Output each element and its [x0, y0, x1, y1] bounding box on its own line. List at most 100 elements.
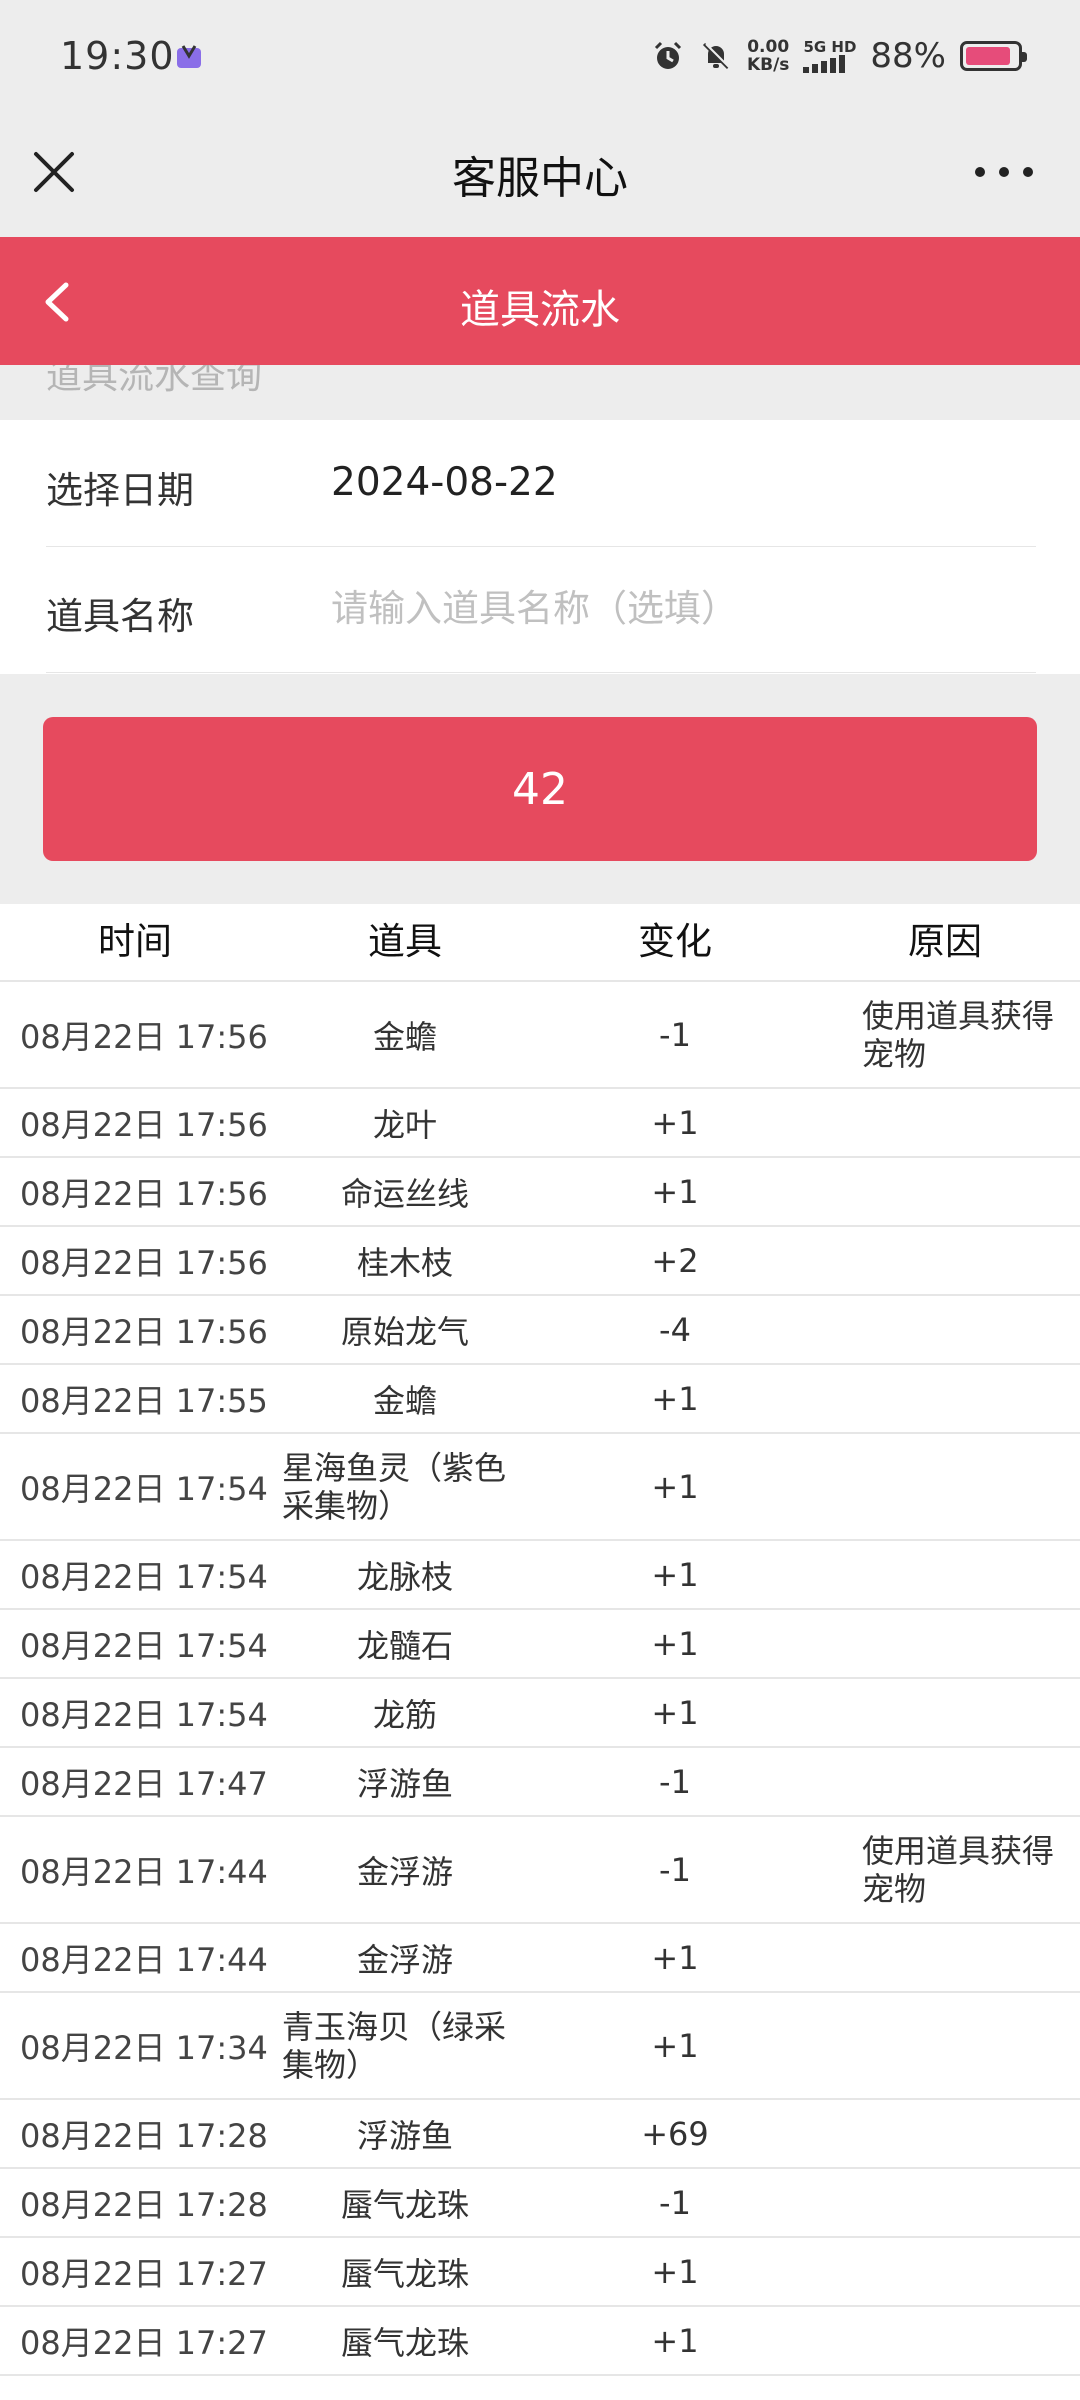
mini-program-title-bar: 客服中心 — [0, 112, 1080, 237]
row-time: 08月22日 17:56 — [20, 1243, 268, 1282]
row-item: 龙筋 — [372, 1695, 437, 1734]
date-picker[interactable]: 2024-08-22 — [331, 460, 558, 505]
row-item: 浮游鱼 — [356, 1764, 453, 1803]
row-reason — [810, 1993, 1080, 2098]
table-row: 08月22日 17:44 金浮游 +1 — [0, 1924, 1080, 1993]
row-change: -1 — [659, 1762, 691, 1801]
row-time: 08月22日 17:54 — [20, 1469, 268, 1508]
network-indicator: 5G HD — [803, 39, 856, 73]
row-change: +1 — [651, 2252, 699, 2291]
row-time: 08月22日 17:56 — [20, 1312, 268, 1351]
row-change: -4 — [659, 1310, 691, 1349]
row-item: 龙叶 — [372, 1105, 437, 1144]
row-time: 08月22日 17:54 — [20, 1557, 268, 1596]
row-time: 08月22日 17:56 — [20, 1174, 268, 1213]
row-item: 金浮游 — [356, 1852, 453, 1891]
item-name-input[interactable] — [331, 576, 1011, 640]
row-change: +1 — [651, 1624, 699, 1663]
row-reason: 使用道具获得宠物 — [862, 996, 1055, 1073]
row-time: 08月22日 17:54 — [20, 1626, 268, 1665]
row-time: 08月22日 17:44 — [20, 1940, 268, 1979]
row-change: +1 — [651, 2026, 699, 2065]
net-speed: 0.00 KB/s — [747, 38, 789, 74]
row-item: 龙髓石 — [356, 1626, 453, 1665]
query-button[interactable]: 42 — [43, 717, 1037, 861]
status-bar: 19:30 0.00 KB/s 5G HD 88% — [0, 0, 1080, 112]
date-row[interactable]: 选择日期 2024-08-22 — [46, 420, 1036, 547]
table-row: 08月22日 17:55 金蟾 +1 — [0, 1365, 1080, 1434]
header-time: 时间 — [98, 920, 172, 963]
table-row: 08月22日 17:56 金蟾 -1 使用道具获得宠物 — [0, 982, 1080, 1089]
status-icons: 0.00 KB/s 5G HD 88% — [651, 32, 1027, 80]
row-item: 龙脉枝 — [356, 1557, 453, 1596]
row-reason — [810, 1158, 1080, 1225]
net-speed-unit: KB/s — [746, 55, 790, 75]
row-change: +1 — [651, 1467, 699, 1506]
row-item: 青玉海贝（绿采集物） — [282, 2007, 507, 2084]
table-body: 08月22日 17:56 金蟾 -1 使用道具获得宠物 08月22日 17:56 龙叶 +1… — [0, 982, 1080, 2376]
row-reason — [810, 1296, 1080, 1363]
date-label: 选择日期 — [46, 469, 194, 512]
row-reason — [810, 2100, 1080, 2167]
row-time: 08月22日 17:56 — [20, 1017, 268, 1056]
button-area: 42 — [0, 674, 1080, 904]
row-item: 命运丝线 — [340, 1174, 469, 1213]
net-speed-value: 0.00 — [747, 37, 790, 57]
battery-fill — [966, 47, 1010, 65]
item-name-row: 道具名称 — [46, 546, 1036, 673]
row-change: +1 — [651, 1693, 699, 1732]
header-item: 道具 — [368, 920, 442, 963]
header-reason: 原因 — [908, 920, 982, 963]
row-reason — [810, 1089, 1080, 1156]
row-reason — [810, 1679, 1080, 1746]
table-row: 08月22日 17:44 金浮游 -1 使用道具获得宠物 — [0, 1817, 1080, 1924]
row-reason — [810, 1610, 1080, 1677]
mute-bell-icon — [702, 42, 731, 70]
row-time: 08月22日 17:27 — [20, 2323, 268, 2362]
row-change: -1 — [659, 2183, 691, 2222]
row-change: +1 — [651, 1103, 699, 1142]
table-row: 08月22日 17:54 龙脉枝 +1 — [0, 1541, 1080, 1610]
page-title: 道具流水 — [460, 287, 620, 333]
item-name-label: 道具名称 — [46, 595, 194, 638]
row-time: 08月22日 17:27 — [20, 2254, 268, 2293]
row-item: 原始龙气 — [340, 1312, 469, 1351]
table-header: 时间 道具 变化 原因 — [0, 904, 1080, 982]
row-reason — [810, 2307, 1080, 2374]
row-time: 08月22日 17:34 — [20, 2028, 268, 2067]
row-reason — [810, 1365, 1080, 1432]
header-change: 变化 — [638, 920, 712, 963]
row-time: 08月22日 17:44 — [20, 1852, 268, 1891]
table-row: 08月22日 17:56 命运丝线 +1 — [0, 1158, 1080, 1227]
table-row: 08月22日 17:27 蜃气龙珠 +1 — [0, 2307, 1080, 2376]
row-change: -1 — [659, 1850, 691, 1889]
table-row: 08月22日 17:27 蜃气龙珠 +1 — [0, 2238, 1080, 2307]
row-item: 金蟾 — [372, 1017, 437, 1056]
row-change: -1 — [659, 1015, 691, 1054]
row-reason — [810, 1227, 1080, 1294]
row-item: 蜃气龙珠 — [340, 2323, 469, 2362]
table-row: 08月22日 17:54 星海鱼灵（紫色采集物） +1 — [0, 1434, 1080, 1541]
table-row: 08月22日 17:56 桂木枝 +2 — [0, 1227, 1080, 1296]
row-time: 08月22日 17:28 — [20, 2116, 268, 2155]
more-options-icon[interactable] — [968, 162, 1040, 182]
row-reason — [810, 1434, 1080, 1539]
row-item: 金浮游 — [356, 1940, 453, 1979]
row-reason — [810, 1541, 1080, 1608]
row-item: 桂木枝 — [356, 1243, 453, 1282]
query-form: 选择日期 2024-08-22 道具名称 — [0, 420, 1080, 674]
row-time: 08月22日 17:54 — [20, 1695, 268, 1734]
row-change: +1 — [651, 1555, 699, 1594]
table-row: 08月22日 17:28 蜃气龙珠 -1 — [0, 2169, 1080, 2238]
signal-icon — [803, 55, 846, 73]
row-time: 08月22日 17:55 — [20, 1381, 268, 1420]
row-time: 08月22日 17:47 — [20, 1764, 268, 1803]
row-item: 浮游鱼 — [356, 2116, 453, 2155]
item-flow-table: 时间 道具 变化 原因 08月22日 17:56 金蟾 -1 使用道具获得宠物 08月2… — [0, 904, 1080, 2376]
row-reason — [810, 2238, 1080, 2305]
row-change: +2 — [651, 1241, 699, 1280]
battery-percent: 88% — [870, 36, 946, 76]
row-item: 金蟾 — [372, 1381, 437, 1420]
app-title: 客服中心 — [452, 153, 628, 204]
table-row: 08月22日 17:28 浮游鱼 +69 — [0, 2100, 1080, 2169]
